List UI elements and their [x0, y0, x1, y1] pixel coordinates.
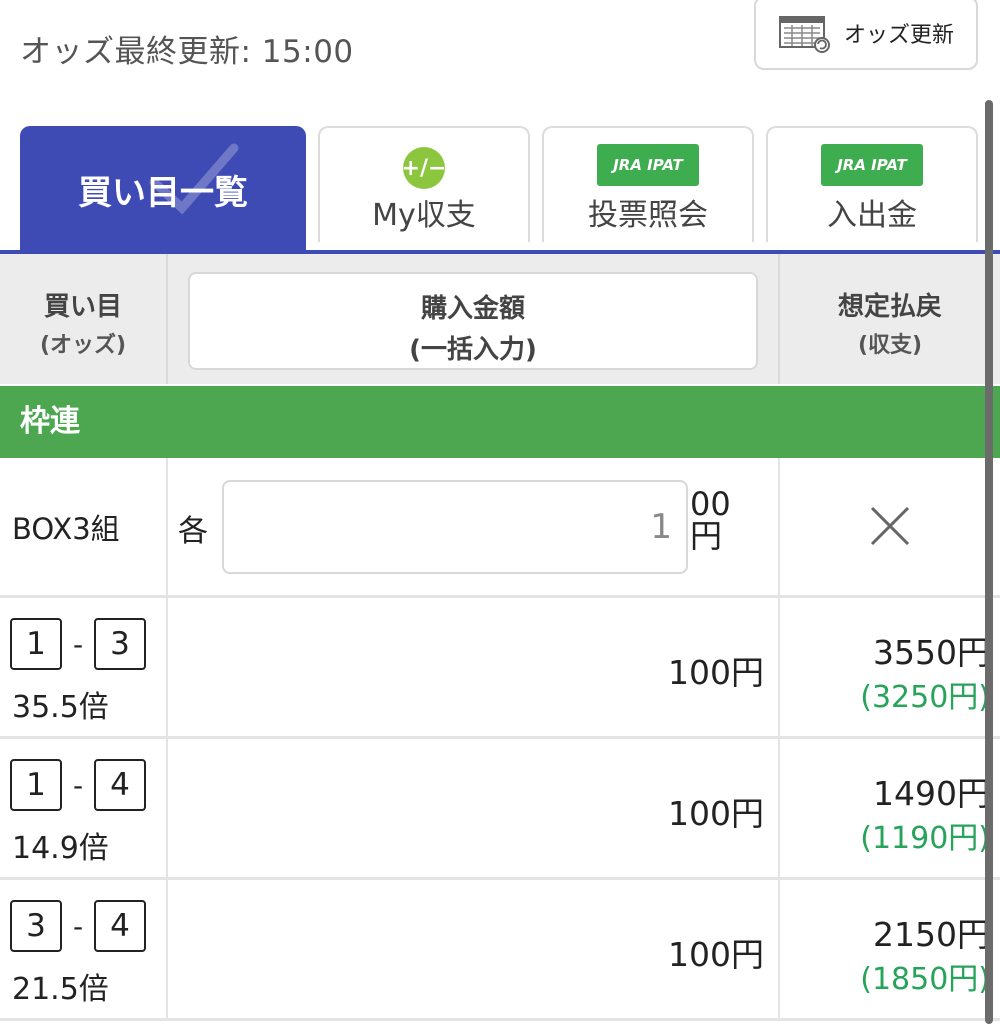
bet-dash: - [72, 627, 84, 661]
bet-profit: (1850円) [860, 962, 990, 997]
bet-combination: 3 - 4 [10, 900, 146, 952]
odds-last-update: オッズ最終更新: 15:00 [20, 34, 354, 70]
bet-combination: 1 - 4 [10, 759, 146, 811]
header-bet: 買い目 (オッズ) [0, 254, 166, 384]
bracket-number: 1 [10, 618, 62, 670]
header-payout: 想定払戻 (収支) [780, 254, 1000, 384]
jra-ipat-badge: JRA IPAT [597, 144, 699, 186]
bet-dash: - [72, 909, 84, 943]
bet-odds: 14.9倍 [12, 831, 109, 866]
svg-text:+/−: +/− [402, 156, 446, 181]
bet-odds: 21.5倍 [12, 972, 109, 1007]
bracket-number: 3 [94, 618, 146, 670]
jra-ipat-badge: JRA IPAT [821, 144, 923, 186]
bet-row: 1 - 4 14.9倍 100円 1490円 (1190円) [0, 739, 1000, 880]
tab-bar: 買い目一覧 +/− My収支 JRA IPAT 投票照会 JRA IPAT 入出… [0, 126, 1000, 256]
bet-row: 3 - 4 21.5倍 100円 2150円 (1850円) [0, 880, 1000, 1021]
bet-row: 1 - 3 35.5倍 100円 3550円 (3250円) [0, 598, 1000, 739]
bracket-number: 1 [10, 759, 62, 811]
bracket-number: 4 [94, 759, 146, 811]
tab-my-balance[interactable]: +/− My収支 [318, 126, 530, 242]
box-label: BOX3組 [12, 512, 120, 546]
amount-unit-top: 00 [690, 485, 731, 523]
odds-refresh-button[interactable]: オッズ更新 [754, 0, 978, 70]
tab-label: 入出金 [827, 198, 917, 233]
bet-combination: 1 - 3 [10, 618, 146, 670]
bet-payout: 1490円 [873, 774, 990, 813]
header-payout-label: 想定払戻 [837, 292, 942, 322]
bet-payout: 3550円 [873, 633, 990, 672]
tab-deposit-withdraw[interactable]: JRA IPAT 入出金 [766, 126, 978, 242]
tab-bet-list[interactable]: 買い目一覧 [20, 126, 306, 252]
bet-stake[interactable]: 100円 [668, 928, 764, 976]
bet-stake[interactable]: 100円 [668, 646, 764, 694]
header-payout-sublabel: (収支) [857, 333, 923, 358]
bulk-amount-button[interactable]: 購入金額 (一括入力) [188, 272, 758, 370]
bet-profit: (3250円) [860, 680, 990, 715]
close-icon[interactable] [868, 504, 912, 548]
tab-label: My収支 [372, 198, 476, 233]
bet-stake[interactable]: 100円 [668, 787, 764, 835]
header-amount-sublabel: (一括入力) [409, 335, 537, 365]
top-bar: オッズ最終更新: 15:00 オッズ更新 [0, 0, 1000, 95]
plus-minus-icon: +/− [402, 147, 446, 189]
section-title: 枠連 [0, 386, 1000, 458]
header-bet-sublabel: (オッズ) [39, 333, 127, 358]
bet-payout: 2150円 [873, 915, 990, 954]
bracket-number: 3 [10, 900, 62, 952]
header-amount-label: 購入金額 [420, 294, 525, 324]
tab-label: 買い目一覧 [78, 173, 248, 213]
box-row: BOX3組 各 00 円 [0, 458, 1000, 598]
bet-odds: 35.5倍 [12, 690, 109, 725]
scrollbar[interactable] [985, 100, 993, 1024]
tab-vote-inquiry[interactable]: JRA IPAT 投票照会 [542, 126, 754, 242]
amount-unit-bottom: 円 [690, 517, 723, 555]
amount-unit: 00 円 [690, 488, 731, 552]
divider [166, 254, 168, 384]
bet-profit: (1190円) [860, 821, 990, 856]
each-label: 各 [178, 514, 208, 549]
bracket-number: 4 [94, 900, 146, 952]
header-bet-label: 買い目 [43, 292, 122, 322]
tab-label: 投票照会 [588, 198, 708, 233]
table-header: 買い目 (オッズ) 購入金額 (一括入力) 想定払戻 (収支) [0, 254, 1000, 384]
odds-table-refresh-icon [779, 16, 830, 53]
amount-input[interactable] [222, 480, 688, 574]
odds-refresh-label: オッズ更新 [844, 23, 955, 48]
bet-dash: - [72, 768, 84, 802]
